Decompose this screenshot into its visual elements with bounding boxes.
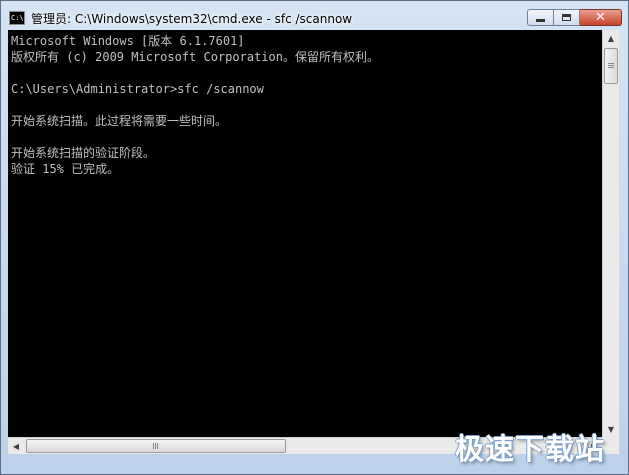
console-line: 验证 15% 已完成。 [11,162,120,176]
minimize-button[interactable] [527,9,554,26]
close-icon: ✕ [595,10,606,25]
console-output[interactable]: Microsoft Windows [版本 6.1.7601] 版权所有 (c)… [8,30,602,437]
console-line: 开始系统扫描。此过程将需要一些时间。 [11,114,228,128]
watermark: 极速下载站 [455,432,606,466]
caption-buttons: ✕ [527,9,622,28]
console-line: 版权所有 (c) 2009 Microsoft Corporation。保留所有… [11,50,379,64]
grip-line [155,443,156,449]
maximize-button[interactable] [554,9,580,26]
vertical-scroll-thumb[interactable] [604,48,618,84]
scroll-down-icon[interactable]: ▼ [603,421,619,437]
maximize-icon [562,14,571,21]
grip-line [608,63,614,64]
grip-line [608,67,614,68]
console-line: 开始系统扫描的验证阶段。 [11,146,156,160]
vertical-scrollbar[interactable]: ▲ ▼ [602,30,619,437]
cmd-app-icon[interactable]: C:\ [9,11,25,25]
scroll-left-icon[interactable]: ◀ [8,438,24,454]
grip-line [153,443,154,449]
minimize-icon [536,19,545,22]
close-button[interactable]: ✕ [580,9,622,26]
grip-line [157,443,158,449]
horizontal-scroll-thumb[interactable] [26,439,286,453]
console-line: C:\Users\Administrator>sfc /scannow [11,82,264,96]
grip-line [608,65,614,66]
console-line: Microsoft Windows [版本 6.1.7601] [11,34,245,48]
scroll-up-icon[interactable]: ▲ [603,30,619,46]
window-title: 管理员: C:\Windows\system32\cmd.exe - sfc /… [31,12,353,26]
